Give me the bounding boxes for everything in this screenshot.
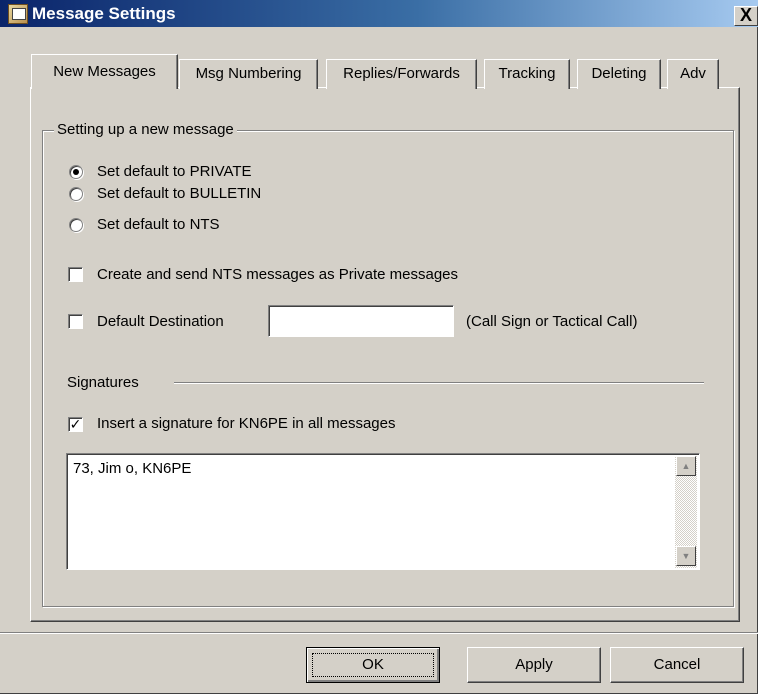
title-bar[interactable]: Message Settings X [0, 0, 758, 27]
signature-scrollbar[interactable]: ▲ ▼ [675, 456, 697, 568]
ok-button-label: OK [312, 653, 434, 677]
tab-replies-forwards[interactable]: Replies/Forwards [326, 59, 477, 89]
cancel-button[interactable]: Cancel [610, 647, 744, 683]
tab-msg-numbering[interactable]: Msg Numbering [179, 59, 318, 89]
radio-bulletin[interactable] [69, 187, 83, 201]
tab-adv[interactable]: Adv [667, 59, 719, 89]
app-icon [8, 4, 28, 24]
scroll-down-icon[interactable]: ▼ [676, 546, 696, 566]
radio-private[interactable] [69, 165, 83, 179]
radio-nts-label[interactable]: Set default to NTS [97, 215, 220, 235]
default-destination-checkbox[interactable] [68, 314, 83, 329]
nts-private-checkbox[interactable] [68, 267, 83, 282]
default-destination-label[interactable]: Default Destination [97, 312, 224, 332]
apply-button[interactable]: Apply [467, 647, 601, 683]
nts-private-label[interactable]: Create and send NTS messages as Private … [97, 265, 458, 285]
signatures-heading: Signatures [67, 374, 139, 391]
radio-private-label[interactable]: Set default to PRIVATE [97, 162, 252, 182]
ok-button[interactable]: OK [306, 647, 440, 683]
insert-signature-checkbox[interactable]: ✓ [68, 417, 83, 432]
tab-new-messages[interactable]: New Messages [31, 54, 178, 89]
default-destination-input[interactable] [268, 305, 454, 337]
destination-hint: (Call Sign or Tactical Call) [466, 313, 638, 330]
scroll-up-icon[interactable]: ▲ [676, 456, 696, 476]
signatures-divider [174, 382, 704, 384]
radio-nts[interactable] [69, 218, 83, 232]
tab-tracking[interactable]: Tracking [484, 59, 570, 89]
close-button[interactable]: X [734, 6, 758, 26]
tab-deleting[interactable]: Deleting [577, 59, 661, 89]
window-title: Message Settings [32, 4, 176, 23]
signature-textarea[interactable]: 73, Jim o, KN6PE ▲ ▼ [66, 453, 700, 570]
insert-signature-label[interactable]: Insert a signature for KN6PE in all mess… [97, 414, 395, 434]
radio-bulletin-label[interactable]: Set default to BULLETIN [97, 184, 261, 204]
groupbox-label: Setting up a new message [54, 120, 237, 140]
message-settings-dialog: Message Settings X New Messages Msg Numb… [0, 0, 758, 694]
signature-text[interactable]: 73, Jim o, KN6PE [73, 460, 191, 478]
bottom-separator [0, 632, 758, 634]
